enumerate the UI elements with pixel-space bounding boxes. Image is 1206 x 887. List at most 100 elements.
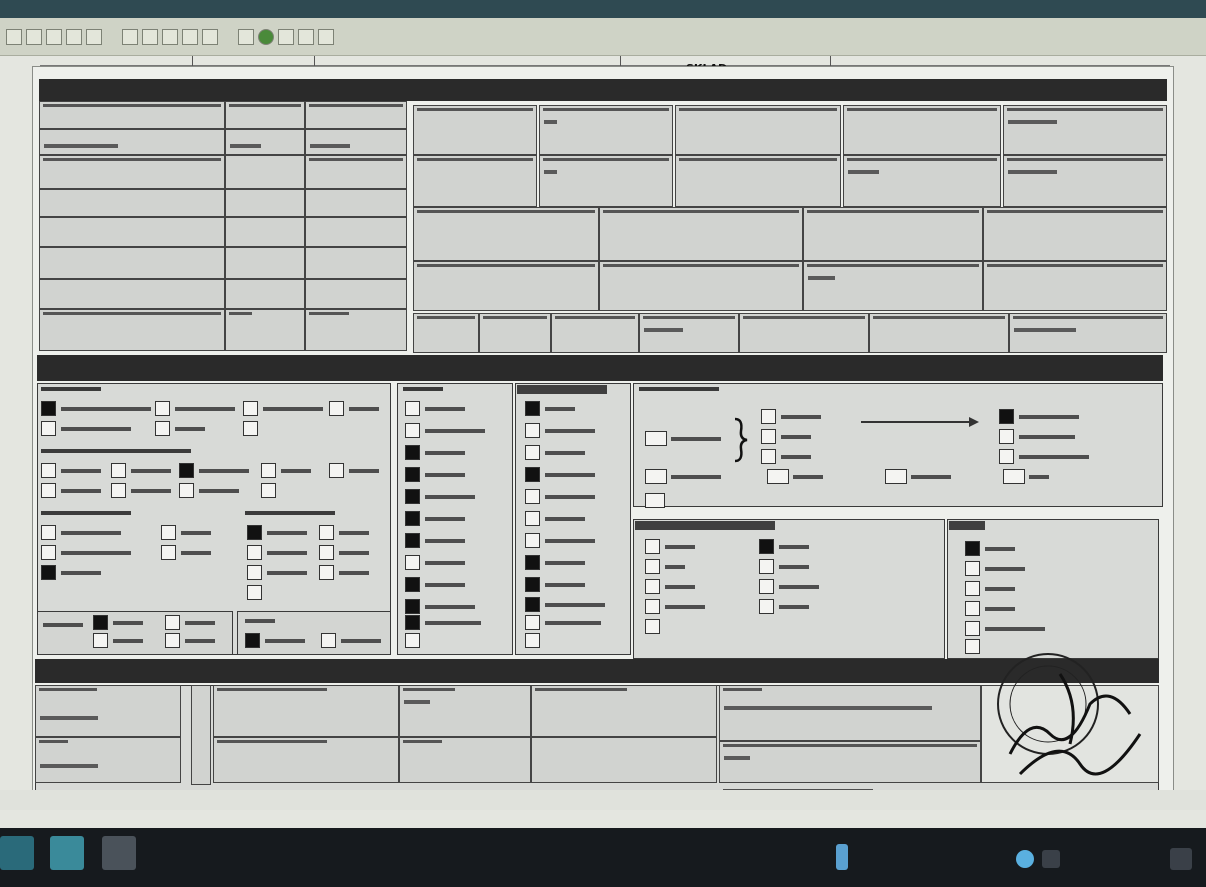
checkbox[interactable]: [41, 525, 56, 540]
field-cell[interactable]: [305, 279, 407, 309]
battery-icon[interactable]: [1042, 850, 1060, 868]
checkbox[interactable]: [243, 421, 258, 436]
checkbox[interactable]: [405, 467, 420, 482]
field-cell[interactable]: [305, 309, 407, 351]
settings-icon[interactable]: [278, 28, 294, 45]
field-cell[interactable]: [531, 737, 717, 783]
field-cell[interactable]: [539, 155, 673, 207]
checkbox[interactable]: [645, 619, 660, 634]
field-cell[interactable]: [413, 261, 599, 311]
field-cell[interactable]: [225, 101, 305, 129]
checkbox[interactable]: [405, 445, 420, 460]
last-page-icon[interactable]: [182, 28, 198, 45]
field-cell[interactable]: [719, 741, 981, 783]
checkbox[interactable]: [525, 467, 540, 482]
field-cell[interactable]: [213, 685, 399, 737]
checkbox[interactable]: [761, 409, 776, 424]
field-cell[interactable]: [35, 685, 181, 737]
checkbox[interactable]: [243, 401, 258, 416]
checkbox[interactable]: [965, 581, 980, 596]
field-cell[interactable]: [39, 101, 225, 129]
network-icon[interactable]: [836, 844, 848, 870]
field-cell[interactable]: [225, 247, 305, 279]
checkbox[interactable]: [329, 463, 344, 478]
checkbox[interactable]: [525, 489, 540, 504]
checkbox[interactable]: [525, 633, 540, 648]
checkbox[interactable]: [759, 599, 774, 614]
prev-page-icon[interactable]: [142, 28, 158, 45]
field-cell[interactable]: [305, 101, 407, 129]
field-cell[interactable]: [843, 105, 1001, 155]
field-cell[interactable]: [983, 207, 1167, 261]
checkbox[interactable]: [165, 615, 180, 630]
checkbox[interactable]: [405, 577, 420, 592]
checkbox[interactable]: [525, 533, 540, 548]
checkbox[interactable]: [405, 423, 420, 438]
checkbox[interactable]: [525, 577, 540, 592]
checkbox[interactable]: [41, 401, 56, 416]
checkbox[interactable]: [165, 633, 180, 648]
checkbox[interactable]: [111, 483, 126, 498]
field-cell[interactable]: [225, 189, 305, 217]
checkbox[interactable]: [405, 489, 420, 504]
field-cell[interactable]: [225, 279, 305, 309]
checkbox[interactable]: [41, 463, 56, 478]
checkbox[interactable]: [525, 511, 540, 526]
checkbox[interactable]: [965, 601, 980, 616]
field-cell[interactable]: [413, 155, 537, 207]
checkbox[interactable]: [645, 431, 667, 446]
checkbox[interactable]: [405, 555, 420, 570]
checkbox[interactable]: [999, 409, 1014, 424]
checkbox[interactable]: [179, 483, 194, 498]
field-cell[interactable]: [599, 261, 803, 311]
checkbox[interactable]: [155, 401, 170, 416]
checkbox[interactable]: [247, 565, 262, 580]
checkbox[interactable]: [319, 545, 334, 560]
field-cell[interactable]: [191, 685, 211, 785]
field-cell[interactable]: [305, 129, 407, 155]
checkbox[interactable]: [759, 539, 774, 554]
field-cell[interactable]: [225, 217, 305, 247]
checkbox[interactable]: [319, 525, 334, 540]
checkbox[interactable]: [767, 469, 789, 484]
file-explorer-icon[interactable]: [50, 836, 84, 870]
checkbox[interactable]: [645, 469, 667, 484]
checkbox[interactable]: [965, 621, 980, 636]
checkbox[interactable]: [405, 599, 420, 614]
help-icon[interactable]: [318, 28, 334, 45]
field-cell[interactable]: [305, 189, 407, 217]
field-cell[interactable]: [305, 217, 407, 247]
checkbox[interactable]: [155, 421, 170, 436]
checkbox[interactable]: [645, 493, 665, 508]
page-indicator-icon[interactable]: [238, 28, 254, 45]
refresh-icon[interactable]: [202, 28, 218, 45]
checkbox[interactable]: [161, 545, 176, 560]
field-cell[interactable]: [39, 155, 225, 189]
checkbox[interactable]: [405, 511, 420, 526]
checkbox[interactable]: [319, 565, 334, 580]
checkbox[interactable]: [179, 463, 194, 478]
field-cell[interactable]: [305, 247, 407, 279]
next-page-icon[interactable]: [162, 28, 178, 45]
go-icon[interactable]: [258, 28, 274, 45]
checkbox[interactable]: [41, 421, 56, 436]
checkbox[interactable]: [41, 545, 56, 560]
app-icon[interactable]: [102, 836, 136, 870]
zoom-in-icon[interactable]: [6, 28, 22, 45]
checkbox[interactable]: [759, 579, 774, 594]
field-cell[interactable]: [413, 313, 479, 353]
field-cell[interactable]: [413, 105, 537, 155]
checkbox[interactable]: [405, 401, 420, 416]
field-cell[interactable]: [225, 129, 305, 155]
volume-icon[interactable]: [1016, 850, 1034, 868]
field-cell[interactable]: [803, 207, 983, 261]
checkbox[interactable]: [93, 615, 108, 630]
field-cell[interactable]: [399, 737, 531, 783]
field-cell[interactable]: [479, 313, 551, 353]
checkbox[interactable]: [245, 633, 260, 648]
checkbox[interactable]: [525, 597, 540, 612]
checkbox[interactable]: [261, 463, 276, 478]
field-cell[interactable]: [39, 217, 225, 247]
checkbox[interactable]: [525, 423, 540, 438]
checkbox[interactable]: [645, 579, 660, 594]
